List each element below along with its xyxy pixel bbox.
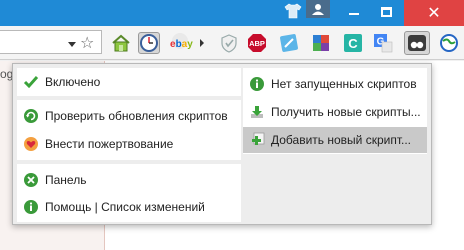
dashboard-icon (24, 173, 38, 187)
globe-icon[interactable] (438, 32, 460, 54)
dashboard-item[interactable]: Панель (17, 167, 241, 193)
bookmark-star-icon[interactable]: ☆ (80, 35, 94, 51)
refresh-icon (24, 109, 38, 123)
no-running-scripts-label: Нет запущенных скриптов (271, 77, 417, 91)
check-updates-item[interactable]: Проверить обновления скриптов (17, 103, 241, 129)
note-icon[interactable] (278, 32, 300, 54)
help-changelog-label: Помощь | Список изменений (45, 200, 205, 214)
info-icon (250, 77, 264, 91)
no-running-scripts-item: Нет запущенных скриптов (243, 71, 427, 97)
donate-label: Внести пожертвование (45, 137, 174, 151)
enabled-toggle[interactable]: Включено (17, 69, 241, 95)
tampermonkey-menu: Включено Проверить обновления скриптов В… (12, 63, 432, 225)
home-icon[interactable] (110, 32, 132, 54)
menu-group-links: Панель Помощь | Список изменений (17, 164, 241, 222)
add-script-icon (252, 132, 265, 145)
dashboard-label: Панель (45, 173, 87, 187)
shield-icon[interactable] (218, 32, 240, 54)
menu-group-actions: Проверить обновления скриптов Внести пож… (17, 100, 241, 160)
menu-group-scripts: Нет запущенных скриптов Получить новые с… (243, 68, 427, 154)
more-arrow-icon[interactable] (198, 32, 206, 54)
add-new-script-item[interactable]: Добавить новый скрипт... (243, 127, 427, 153)
browser-toolbar: ☆ ebay ABP C G (0, 26, 464, 60)
clock-icon[interactable] (138, 32, 160, 54)
close-icon: ✕ (427, 3, 441, 22)
check-updates-label: Проверить обновления скриптов (45, 109, 228, 123)
maximize-icon (381, 7, 392, 17)
check-icon (23, 76, 39, 89)
get-new-scripts-item[interactable]: Получить новые скрипты... (243, 99, 427, 125)
menu-group-status: Включено (17, 68, 241, 96)
add-new-script-label: Добавить новый скрипт... (271, 133, 411, 147)
adblock-plus-icon[interactable]: ABP (246, 32, 268, 54)
download-icon (251, 106, 263, 118)
svg-text:ABP: ABP (249, 39, 265, 48)
puzzle-icon[interactable] (310, 32, 332, 54)
google-translate-icon[interactable]: G (372, 32, 394, 54)
user-profile-button[interactable] (306, 0, 330, 18)
svg-text:C: C (348, 36, 358, 51)
user-icon (312, 4, 324, 15)
info-icon (24, 200, 38, 214)
get-new-scripts-label: Получить новые скрипты... (271, 105, 421, 119)
close-button[interactable]: ✕ (404, 0, 464, 26)
maximize-button[interactable] (372, 0, 400, 26)
dropdown-arrow-icon[interactable] (68, 42, 76, 47)
donate-item[interactable]: Внести пожертвование (17, 131, 241, 157)
shirt-icon[interactable] (284, 3, 302, 19)
svg-text:ebay: ebay (170, 39, 193, 50)
minimize-button[interactable] (340, 0, 368, 26)
c-extension-icon[interactable]: C (342, 32, 364, 54)
minimize-icon (349, 13, 359, 15)
tampermonkey-icon[interactable] (404, 31, 430, 55)
address-bar[interactable]: ☆ (0, 30, 102, 54)
heart-icon (24, 137, 38, 151)
enabled-label: Включено (45, 75, 101, 89)
ebay-icon[interactable]: ebay (166, 32, 196, 54)
window-titlebar: ✕ (0, 0, 464, 26)
help-changelog-item[interactable]: Помощь | Список изменений (17, 194, 241, 220)
